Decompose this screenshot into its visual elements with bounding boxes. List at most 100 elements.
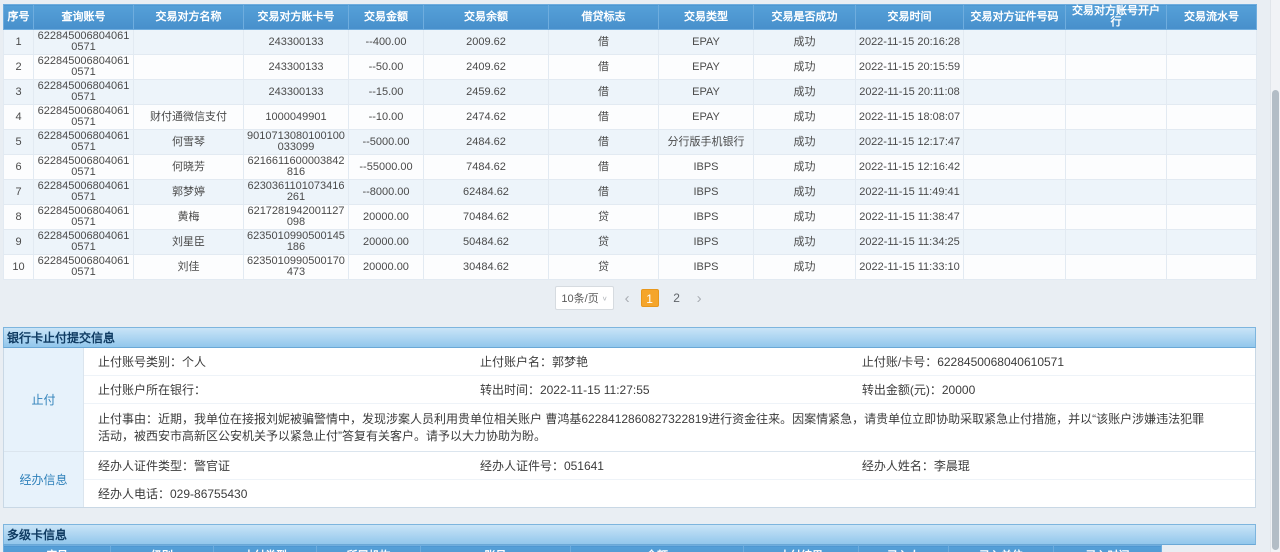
column-header: 查询账号	[34, 5, 134, 30]
table-cell: --5000.00	[349, 130, 424, 155]
field: 经办人证件号：051641	[480, 459, 862, 473]
table-cell: 7484.62	[424, 155, 549, 180]
table-cell: 6228450068040610571	[34, 230, 134, 255]
table-cell	[964, 180, 1066, 205]
table-cell: --15.00	[349, 80, 424, 105]
table-cell: 62484.62	[424, 180, 549, 205]
table-cell: 6228450068040610571	[34, 80, 134, 105]
table-cell: --8000.00	[349, 180, 424, 205]
table-cell: 9	[4, 230, 34, 255]
table-cell: 6228450068040610571	[34, 30, 134, 55]
table-cell: 243300133	[244, 30, 349, 55]
table-cell: 6228450068040610571	[34, 205, 134, 230]
field-row: 经办人证件类型：警官证经办人证件号：051641经办人姓名：李晨琨	[84, 452, 1255, 480]
table-cell	[1066, 30, 1167, 55]
field: 止付账户名：郭梦艳	[480, 355, 862, 369]
table-cell: 20000.00	[349, 230, 424, 255]
table-cell: 2009.62	[424, 30, 549, 55]
scrollbar[interactable]	[1270, 0, 1280, 552]
table-cell: 6228450068040610571	[34, 255, 134, 280]
page-button-1[interactable]: 1	[641, 289, 659, 307]
transactions-table: 序号查询账号交易对方名称交易对方账卡号交易金额交易余额借贷标志交易类型交易是否成…	[3, 4, 1257, 280]
header-row: 序号级别止付类型所属机构账号余额止付结果录入人录入单位录入时间	[4, 546, 1162, 552]
table-row: 26228450068040610571243300133--50.002409…	[4, 55, 1257, 80]
column-header: 序号	[4, 5, 34, 30]
table-cell: 2022-11-15 11:38:47	[856, 205, 964, 230]
stop-payment-info-box: 止付止付账号类别：个人止付账户名：郭梦艳止付账/卡号：6228450068040…	[3, 348, 1256, 508]
table-row: 106228450068040610571刘佳62350109905001704…	[4, 255, 1257, 280]
table-cell	[964, 30, 1066, 55]
page-content: 序号查询账号交易对方名称交易对方账卡号交易金额交易余额借贷标志交易类型交易是否成…	[3, 4, 1256, 552]
table-cell: 借	[549, 30, 659, 55]
table-cell: 成功	[754, 80, 856, 105]
page-size-select[interactable]: 10条/页 ∨	[555, 286, 613, 310]
table-cell	[1167, 180, 1257, 205]
table-cell: 8	[4, 205, 34, 230]
table-cell: EPAY	[659, 55, 754, 80]
table-cell: 6230361101073416261	[244, 180, 349, 205]
table-cell: 2022-11-15 12:17:47	[856, 130, 964, 155]
table-row: 46228450068040610571财付通微信支付1000049901--1…	[4, 105, 1257, 130]
table-cell: 20000.00	[349, 205, 424, 230]
table-cell: 2022-11-15 20:11:08	[856, 80, 964, 105]
table-cell: 分行版手机银行	[659, 130, 754, 155]
table-cell: EPAY	[659, 105, 754, 130]
field: 经办人证件类型：警官证	[98, 459, 480, 473]
column-header: 录入时间	[1054, 546, 1162, 552]
table-cell: --400.00	[349, 30, 424, 55]
table-cell: 50484.62	[424, 230, 549, 255]
field: 止付事由：近期，我单位在接报刘妮被骗警情中，发现涉案人员利用贵单位相关账户 曹鸿…	[98, 411, 1245, 445]
table-cell: 2459.62	[424, 80, 549, 105]
column-header: 交易对方账卡号	[244, 5, 349, 30]
table-cell: IBPS	[659, 230, 754, 255]
table-cell: EPAY	[659, 80, 754, 105]
table-cell	[964, 130, 1066, 155]
table-cell: 2022-11-15 18:08:07	[856, 105, 964, 130]
column-header: 交易类型	[659, 5, 754, 30]
table-cell: --50.00	[349, 55, 424, 80]
field-row: 经办人电话：029-86755430	[84, 480, 1255, 507]
table-cell	[1066, 230, 1167, 255]
table-cell: 6228450068040610571	[34, 105, 134, 130]
column-header: 交易流水号	[1167, 5, 1257, 30]
transactions-table-header: 序号查询账号交易对方名称交易对方账卡号交易金额交易余额借贷标志交易类型交易是否成…	[4, 5, 1257, 30]
info-group: 经办信息经办人证件类型：警官证经办人证件号：051641经办人姓名：李晨琨经办人…	[4, 452, 1255, 507]
field-row: 止付账号类别：个人止付账户名：郭梦艳止付账/卡号：622845006804061…	[84, 348, 1255, 376]
table-cell	[1167, 130, 1257, 155]
table-cell: 2474.62	[424, 105, 549, 130]
column-header: 账号	[421, 546, 571, 552]
stop-payment-section-header: 银行卡止付提交信息	[3, 327, 1256, 348]
multi-card-section-header: 多级卡信息	[3, 524, 1256, 545]
table-cell	[1167, 105, 1257, 130]
table-cell	[1066, 130, 1167, 155]
info-group-fields: 止付账号类别：个人止付账户名：郭梦艳止付账/卡号：622845006804061…	[84, 348, 1255, 451]
table-cell	[964, 205, 1066, 230]
field: 止付账号类别：个人	[98, 355, 480, 369]
page-button-2[interactable]: 2	[668, 289, 686, 307]
table-cell: EPAY	[659, 30, 754, 55]
table-cell: 黄梅	[134, 205, 244, 230]
table-row: 56228450068040610571何雪琴90107130801001000…	[4, 130, 1257, 155]
table-cell: 6235010990500170473	[244, 255, 349, 280]
table-cell	[1167, 255, 1257, 280]
table-cell: --10.00	[349, 105, 424, 130]
column-header: 所属机构	[317, 546, 421, 552]
field: 转出金额(元)：20000	[862, 383, 1244, 397]
table-cell: 30484.62	[424, 255, 549, 280]
next-page-button[interactable]: ›	[695, 291, 704, 306]
scrollbar-thumb[interactable]	[1272, 90, 1279, 550]
table-cell: 借	[549, 80, 659, 105]
field: 转出时间：2022-11-15 11:27:55	[480, 383, 862, 397]
table-cell: IBPS	[659, 155, 754, 180]
table-cell: 借	[549, 130, 659, 155]
column-header: 级别	[111, 546, 214, 552]
table-cell: 6216611600003842816	[244, 155, 349, 180]
table-cell: 借	[549, 105, 659, 130]
column-header: 交易对方证件号码	[964, 5, 1066, 30]
table-cell: 2022-11-15 11:49:41	[856, 180, 964, 205]
field-row: 止付账户所在银行：转出时间：2022-11-15 11:27:55转出金额(元)…	[84, 376, 1255, 404]
column-header: 录入人	[859, 546, 949, 552]
table-cell: 财付通微信支付	[134, 105, 244, 130]
chevron-down-icon: ∨	[602, 294, 608, 301]
prev-page-button[interactable]: ‹	[623, 291, 632, 306]
